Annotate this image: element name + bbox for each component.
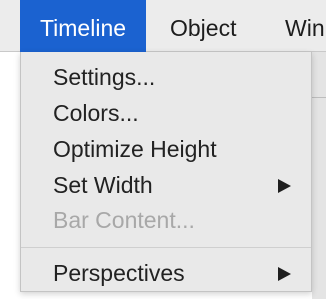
- menubar-item-object[interactable]: Object: [170, 0, 236, 52]
- background-window: [312, 52, 326, 299]
- screen: Timeline Object Win Settings... Colors..…: [0, 0, 326, 299]
- menu-item-settings[interactable]: Settings...: [53, 60, 311, 94]
- menu-item-bar-content: Bar Content...: [53, 203, 311, 237]
- menu-item-label: Settings...: [53, 64, 156, 90]
- submenu-arrow-icon: [278, 267, 291, 281]
- menu-item-label: Perspectives: [53, 260, 185, 286]
- menu-separator: [21, 247, 311, 248]
- timeline-dropdown-menu: Settings... Colors... Optimize Height Se…: [20, 52, 312, 292]
- menubar-item-timeline[interactable]: Timeline: [20, 0, 146, 52]
- menu-item-set-width[interactable]: Set Width: [53, 168, 311, 202]
- menubar-item-window[interactable]: Win: [285, 0, 325, 52]
- menu-bar: Timeline Object Win: [0, 0, 326, 52]
- menu-item-optimize-height[interactable]: Optimize Height: [53, 132, 311, 166]
- menu-item-label: Set Width: [53, 172, 153, 198]
- background-divider: [312, 97, 326, 98]
- menu-item-label: Bar Content...: [53, 207, 195, 233]
- menu-item-perspectives[interactable]: Perspectives: [53, 256, 311, 290]
- submenu-arrow-icon: [278, 179, 291, 193]
- menu-item-label: Colors...: [53, 100, 139, 126]
- menu-item-label: Optimize Height: [53, 136, 217, 162]
- menu-item-colors[interactable]: Colors...: [53, 96, 311, 130]
